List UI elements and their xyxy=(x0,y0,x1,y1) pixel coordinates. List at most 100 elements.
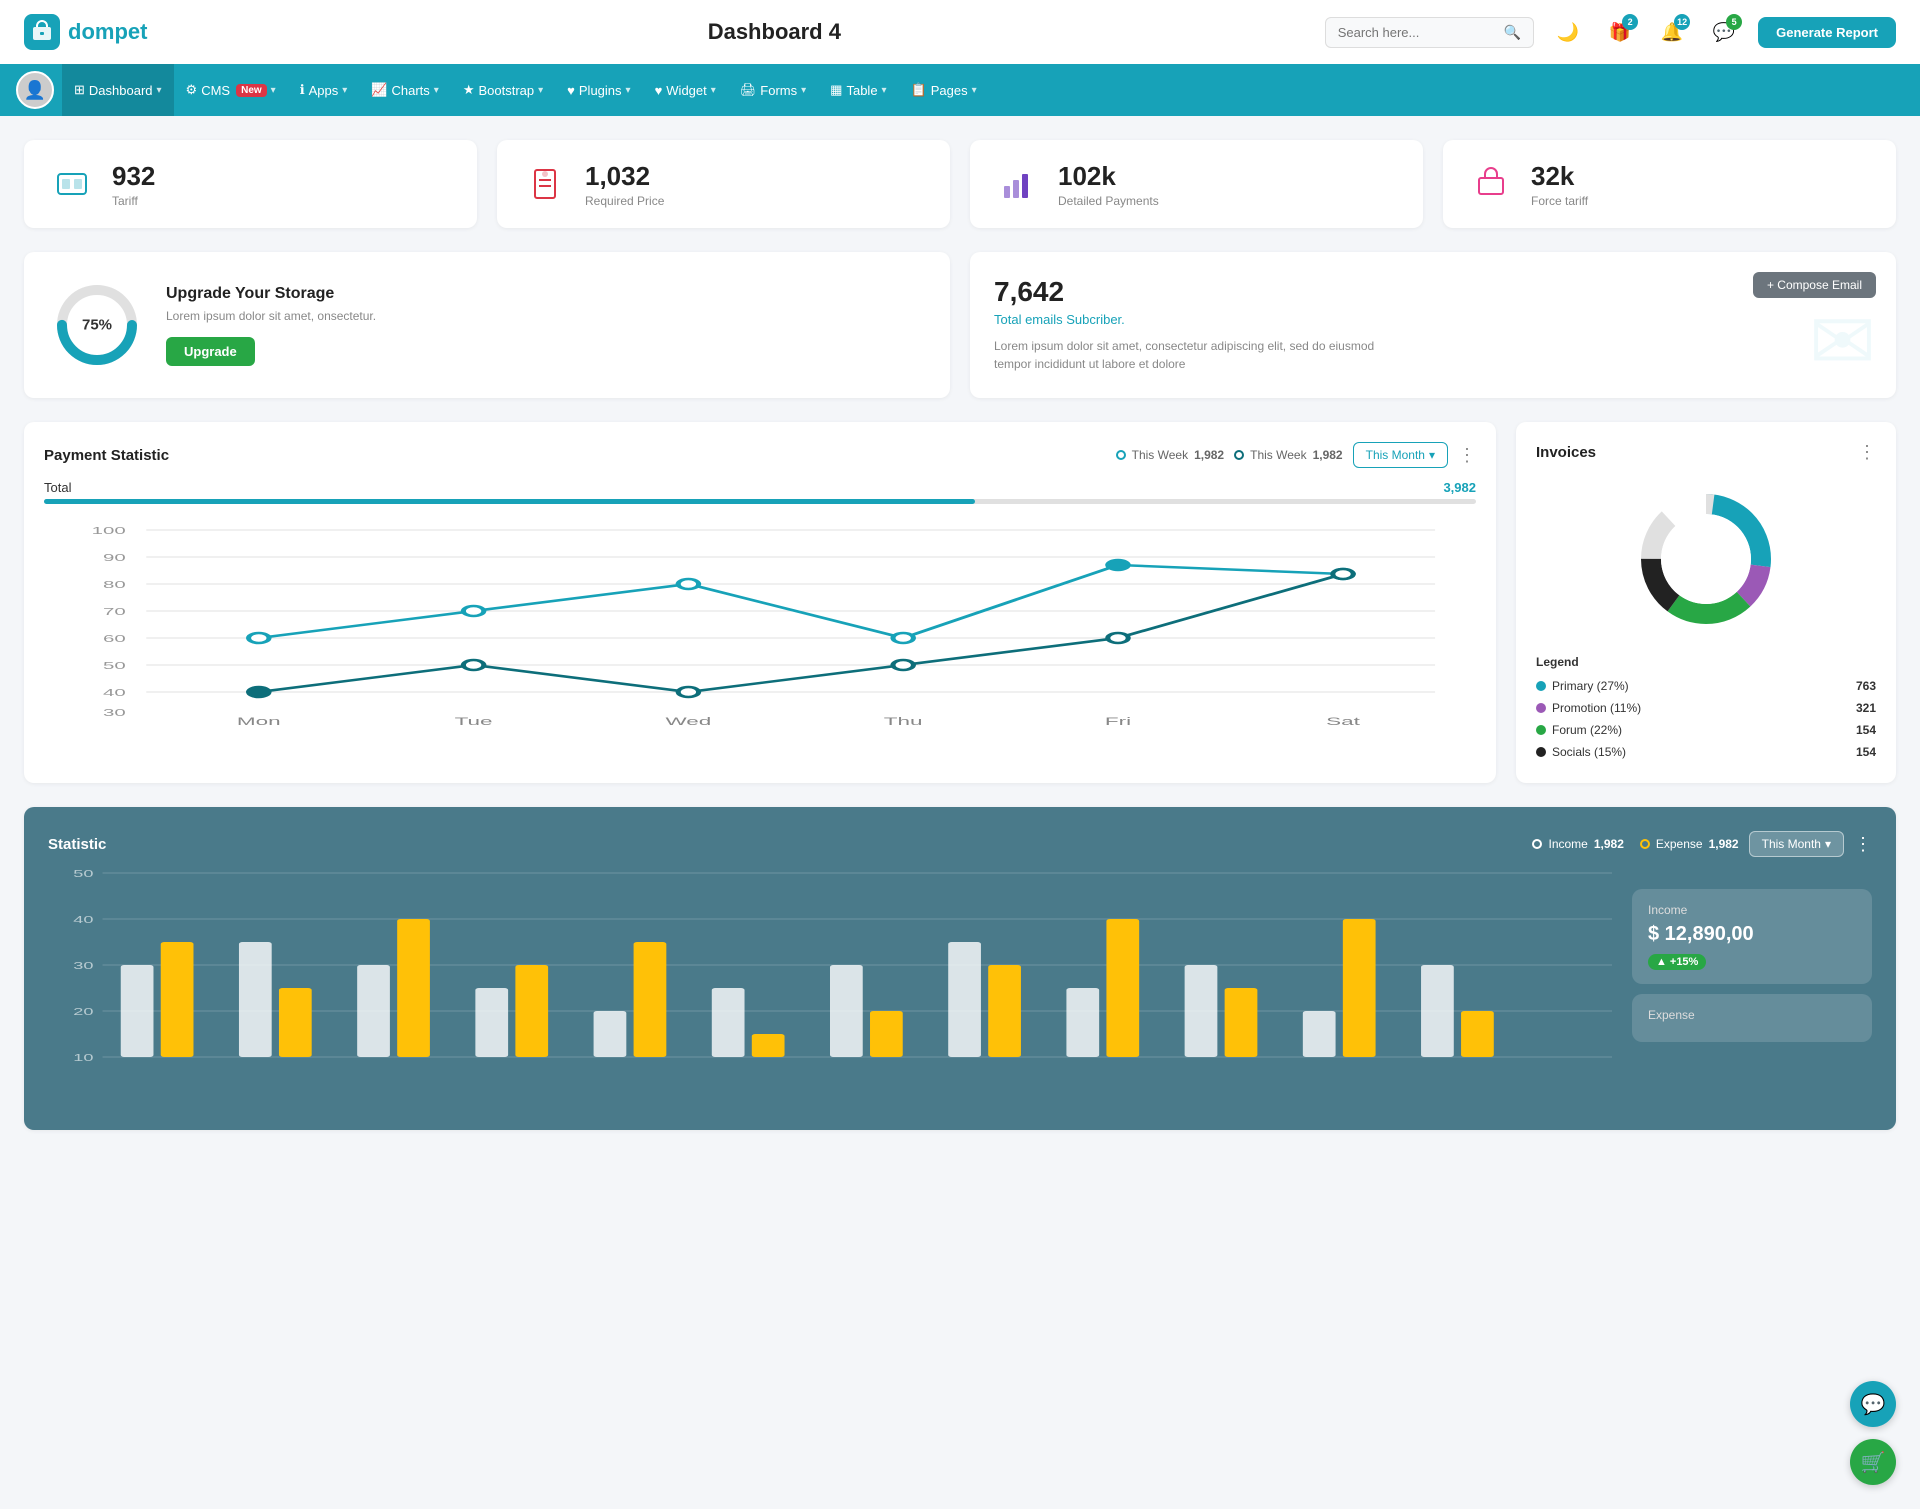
nav-item-dashboard[interactable]: ⊞ Dashboard ▾ xyxy=(62,64,174,116)
legend-socials-left: Socials (15%) xyxy=(1536,745,1626,759)
storage-title: Upgrade Your Storage xyxy=(166,285,376,303)
plugins-nav-icon: ♥ xyxy=(567,83,575,98)
required-price-label: Required Price xyxy=(585,194,664,208)
income-card-title: Income xyxy=(1648,903,1856,917)
nav-item-apps[interactable]: ℹ Apps ▾ xyxy=(288,64,360,116)
required-price-icon xyxy=(521,160,569,208)
statistic-filter-label: This Month xyxy=(1762,837,1821,851)
svg-text:50: 50 xyxy=(73,869,93,880)
nav-label-apps: Apps xyxy=(309,83,339,98)
detailed-payments-info: 102k Detailed Payments xyxy=(1058,161,1159,208)
force-tariff-icon xyxy=(1467,160,1515,208)
invoices-legend-label: Legend xyxy=(1536,655,1876,669)
legend-dot-teal xyxy=(1116,450,1126,460)
detailed-payments-value: 102k xyxy=(1058,161,1159,192)
force-tariff-value: 32k xyxy=(1531,161,1588,192)
cms-nav-icon: ⚙ xyxy=(186,82,198,98)
svg-text:90: 90 xyxy=(103,552,126,563)
nav-item-widget[interactable]: ♥ Widget ▾ xyxy=(643,64,728,116)
nav-label-cms: CMS xyxy=(201,83,230,98)
svg-text:30: 30 xyxy=(103,707,126,718)
nav-label-charts: Charts xyxy=(392,83,430,98)
expense-label: Expense xyxy=(1656,837,1703,851)
month-filter-button[interactable]: This Month ▾ xyxy=(1353,442,1448,468)
fab-cart-button[interactable]: 🛒 xyxy=(1850,1439,1896,1485)
chart-header: Payment Statistic This Week 1,982 This W… xyxy=(44,442,1476,468)
nav-item-bootstrap[interactable]: ★ Bootstrap ▾ xyxy=(451,64,555,116)
invoices-title: Invoices xyxy=(1536,444,1596,461)
nav-label-bootstrap: Bootstrap xyxy=(478,83,534,98)
storage-description: Lorem ipsum dolor sit amet, onsectetur. xyxy=(166,309,376,323)
nav-label-forms: Forms xyxy=(760,83,797,98)
table-nav-icon: ▦ xyxy=(830,82,842,98)
statistic-month-filter[interactable]: This Month ▾ xyxy=(1749,831,1844,857)
legend-item-socials: Socials (15%) 154 xyxy=(1536,741,1876,763)
payment-chart-menu-button[interactable]: ⋮ xyxy=(1458,445,1476,466)
force-tariff-info: 32k Force tariff xyxy=(1531,161,1588,208)
nav-arrow-bootstrap: ▾ xyxy=(538,85,543,96)
legend-label-week1: This Week xyxy=(1132,448,1188,462)
statistic-legend-income: Income 1,982 xyxy=(1532,837,1623,851)
invoices-card: Invoices ⋮ Legend xyxy=(1516,422,1896,783)
search-box[interactable]: 🔍 xyxy=(1325,17,1534,48)
chart-title-text: Payment Statistic xyxy=(44,447,169,464)
svg-text:40: 40 xyxy=(73,915,93,926)
legend-value-primary: 763 xyxy=(1856,679,1876,693)
stat-card-required-price: 1,032 Required Price xyxy=(497,140,950,228)
nav-arrow-apps: ▾ xyxy=(342,85,347,96)
apps-nav-icon: ℹ xyxy=(300,82,305,98)
statistic-header-right: Income 1,982 Expense 1,982 This Month ▾ … xyxy=(1532,831,1872,857)
chat-icon[interactable]: 💬5 xyxy=(1706,14,1742,50)
svg-text:Thu: Thu xyxy=(884,715,923,727)
statistic-menu-button[interactable]: ⋮ xyxy=(1854,834,1872,855)
logo-area: dompet xyxy=(24,14,224,50)
nav-item-charts[interactable]: 📈 Charts ▾ xyxy=(359,64,451,116)
payment-progress-inner xyxy=(44,499,975,504)
storage-info: Upgrade Your Storage Lorem ipsum dolor s… xyxy=(166,285,376,366)
income-card-area: Income $ 12,890,00 ▲ +15% Expense xyxy=(1632,873,1872,1042)
bell-badge: 12 xyxy=(1674,14,1690,30)
total-row: Total 3,982 xyxy=(44,480,1476,495)
legend-value-week1: 1,982 xyxy=(1194,448,1224,462)
statistic-title: Statistic xyxy=(48,836,106,853)
nav-label-table: Table xyxy=(846,83,877,98)
nav-item-cms[interactable]: ⚙ CMS New ▾ xyxy=(174,64,288,116)
nav-item-forms[interactable]: 🖨 Forms ▾ xyxy=(728,64,818,116)
expense-card: Expense xyxy=(1632,994,1872,1042)
svg-text:10: 10 xyxy=(73,1053,93,1064)
gift-icon[interactable]: 🎁2 xyxy=(1602,14,1638,50)
nav-arrow-cms: ▾ xyxy=(271,85,276,96)
nav-label-plugins: Plugins xyxy=(579,83,622,98)
expense-stat-value: 1,982 xyxy=(1709,837,1739,851)
bar-chart-wrapper: 50 40 30 20 10 xyxy=(48,873,1612,1106)
fab-support-button[interactable]: 💬 xyxy=(1850,1381,1896,1427)
line-chart-area: 100 90 80 70 60 50 40 30 Mon Tue Wed Thu… xyxy=(44,520,1476,720)
nav-item-plugins[interactable]: ♥ Plugins ▾ xyxy=(555,64,642,116)
detailed-payments-label: Detailed Payments xyxy=(1058,194,1159,208)
svg-text:60: 60 xyxy=(103,633,126,644)
invoices-header: Invoices ⋮ xyxy=(1536,442,1876,463)
nav-arrow-table: ▾ xyxy=(882,85,887,96)
chat-badge: 5 xyxy=(1726,14,1742,30)
legend-forum-left: Forum (22%) xyxy=(1536,723,1622,737)
income-change-icon: ▲ xyxy=(1656,956,1667,968)
legend-value-forum: 154 xyxy=(1856,723,1876,737)
legend-item-primary: Primary (27%) 763 xyxy=(1536,675,1876,697)
header-right: 🔍 🌙 🎁2 🔔12 💬5 Generate Report xyxy=(1325,14,1896,50)
invoices-menu-button[interactable]: ⋮ xyxy=(1858,442,1876,463)
generate-report-button[interactable]: Generate Report xyxy=(1758,17,1896,48)
bell-icon[interactable]: 🔔12 xyxy=(1654,14,1690,50)
legend-week2: This Week 1,982 xyxy=(1234,448,1343,462)
gift-badge: 2 xyxy=(1622,14,1638,30)
income-card-value: $ 12,890,00 xyxy=(1648,923,1856,946)
legend-label-week2: This Week xyxy=(1250,448,1306,462)
page-title: Dashboard 4 xyxy=(224,19,1325,45)
nav-item-table[interactable]: ▦ Table ▾ xyxy=(818,64,898,116)
svg-text:40: 40 xyxy=(103,687,126,698)
svg-text:Sat: Sat xyxy=(1326,715,1360,727)
moon-icon[interactable]: 🌙 xyxy=(1550,14,1586,50)
nav-item-pages[interactable]: 📋 Pages ▾ xyxy=(899,64,989,116)
search-input[interactable] xyxy=(1338,25,1498,40)
nav-arrow-charts: ▾ xyxy=(434,85,439,96)
upgrade-button[interactable]: Upgrade xyxy=(166,337,255,366)
